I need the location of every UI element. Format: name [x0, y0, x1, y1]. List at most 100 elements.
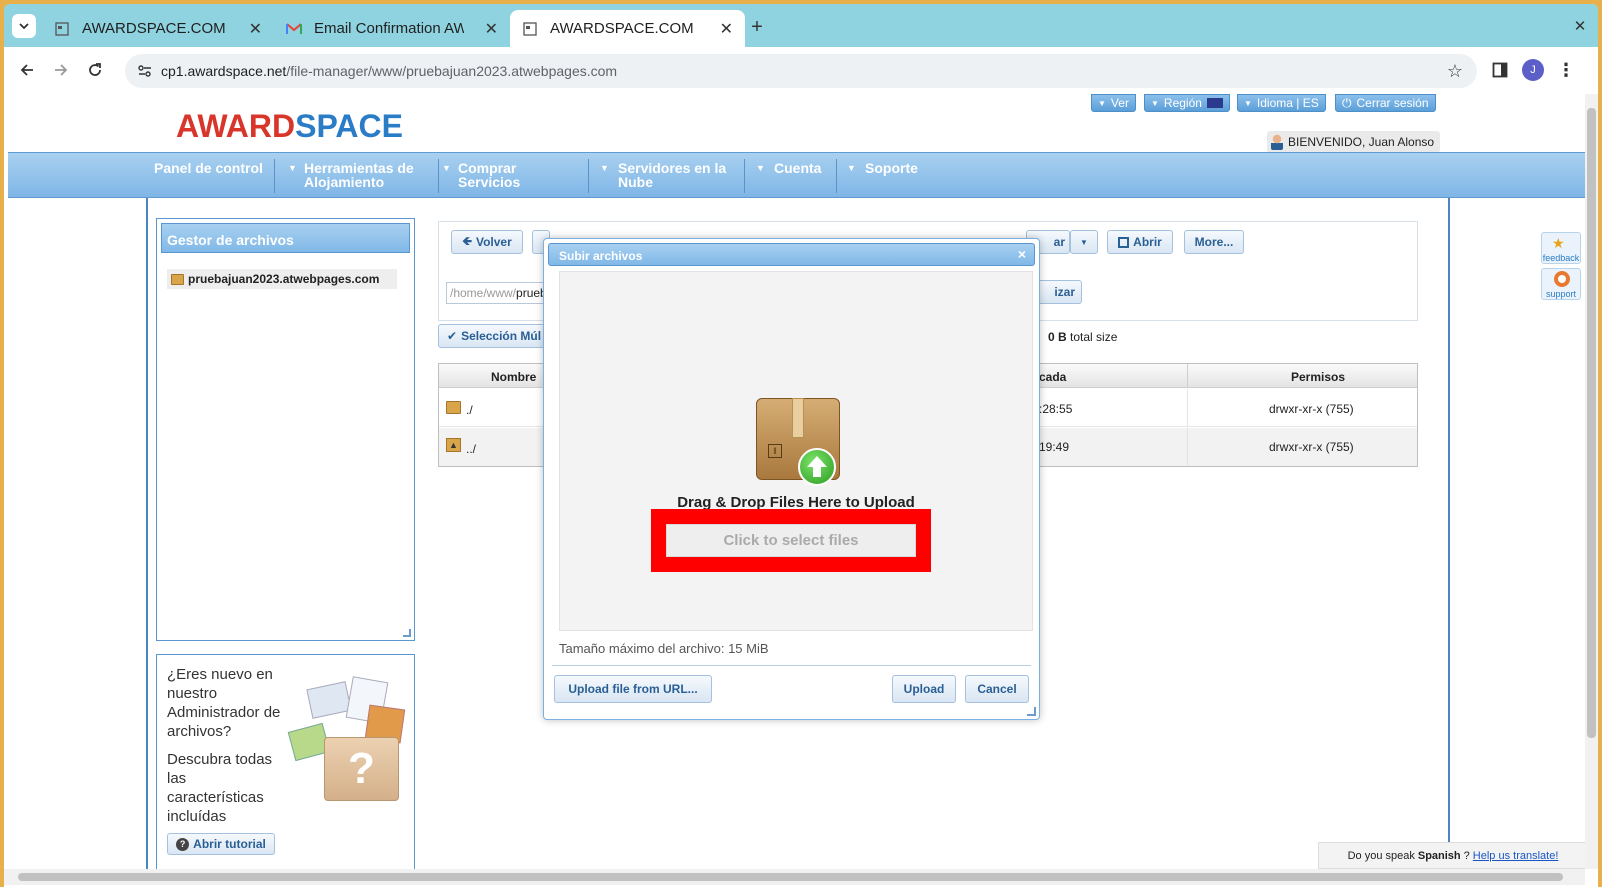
chat-icon: ?	[176, 837, 190, 851]
dropdown-arrow-icon: ▼	[600, 163, 609, 173]
gmail-icon	[286, 21, 302, 37]
side-panel-icon[interactable]	[1490, 60, 1510, 80]
resize-handle-icon[interactable]	[403, 629, 411, 637]
dropdown-arrow-icon: ▼	[847, 163, 856, 173]
reload-icon	[89, 63, 101, 76]
max-file-size: Tamaño máximo del archivo: 15 MiB	[559, 641, 769, 656]
question-box-icon: ?	[324, 737, 399, 801]
panel-title: Gestor de archivos	[161, 223, 410, 253]
dropdown-arrow-icon: ▼	[1244, 98, 1252, 108]
select-files-button[interactable]: Click to select files	[666, 524, 916, 557]
browser-window: AWARDSPACE.COM ✕ Email Confirmation AWA …	[4, 4, 1598, 887]
dropdown-arrow-icon: ▼	[1151, 98, 1159, 108]
feedback-widget[interactable]: ★ feedback	[1541, 232, 1581, 264]
upload-from-url-button[interactable]: Upload file from URL...	[554, 675, 712, 703]
site-info-icon[interactable]	[137, 64, 153, 78]
select-files-highlight: Click to select files	[651, 509, 931, 572]
forward-button[interactable]	[50, 59, 72, 81]
tab-email-confirmation[interactable]: Email Confirmation AWA ✕	[274, 10, 510, 47]
dropdown-arrow-icon: ▼	[1080, 237, 1088, 247]
nav-cuenta[interactable]: Cuenta	[774, 161, 821, 175]
dialog-resize-handle-icon[interactable]	[1027, 707, 1036, 716]
lifebuoy-icon	[1554, 271, 1570, 287]
tab-awardspace-active[interactable]: AWARDSPACE.COM ✕	[510, 10, 745, 47]
total-size: 0 B total size	[1048, 330, 1118, 344]
browser-toolbar: cp1.awardspace.net/file-manager/www/prue…	[4, 47, 1598, 94]
nav-herramientas[interactable]: Herramientas de Alojamiento	[304, 161, 429, 189]
copy-icon	[1118, 236, 1130, 248]
tab-bar: AWARDSPACE.COM ✕ Email Confirmation AWA …	[4, 4, 1598, 47]
page-icon	[522, 21, 538, 37]
promo-question: ¿Eres nuevo en nuestro Administrador de …	[167, 666, 281, 740]
column-modificada[interactable]: cada	[1039, 370, 1066, 384]
translate-bar: Do you speak Spanish? Help us translate!	[1318, 842, 1588, 869]
open-tutorial-button[interactable]: ? Abrir tutorial	[167, 833, 275, 855]
upload-dialog: Subir archivos × ‖ Drag & Drop Files Her…	[543, 238, 1040, 720]
nav-soporte[interactable]: Soporte	[865, 161, 918, 175]
more-button[interactable]: More...	[1184, 230, 1244, 254]
arrow-left-icon	[20, 64, 33, 76]
back-button[interactable]	[16, 59, 38, 81]
power-icon: ⏻	[1342, 95, 1352, 110]
logout-button[interactable]: ⏻ Cerrar sesión	[1335, 94, 1436, 112]
cancel-button[interactable]: Cancel	[965, 675, 1029, 703]
toolbar-dropdown-button[interactable]: ▼	[1070, 230, 1098, 254]
tab-search-button[interactable]	[12, 14, 36, 38]
upload-button[interactable]: Upload	[892, 675, 956, 703]
tab-title: Email Confirmation AWA	[314, 20, 464, 37]
dialog-title: Subir archivos ×	[548, 243, 1035, 266]
check-icon: ✔	[447, 329, 458, 343]
user-icon	[1271, 134, 1283, 150]
close-window-button[interactable]: ✕	[1570, 16, 1590, 36]
support-widget[interactable]: support	[1541, 268, 1581, 300]
profile-avatar[interactable]: J	[1522, 59, 1544, 81]
page-icon	[54, 21, 70, 37]
chevron-down-icon	[19, 23, 29, 30]
bookmark-star-icon[interactable]: ☆	[1447, 62, 1463, 80]
tab-title: AWARDSPACE.COM	[550, 20, 694, 37]
awardspace-logo[interactable]: AWARDSPACE	[176, 108, 403, 145]
dropdown-arrow-icon: ▼	[442, 163, 451, 173]
language-button[interactable]: ▼ Idioma | ES	[1237, 94, 1326, 112]
welcome-badge: BIENVENIDO, Juan Alonso	[1267, 131, 1441, 153]
eu-flag-icon	[1206, 98, 1223, 108]
close-icon[interactable]: ×	[1018, 246, 1026, 262]
tab-awardspace-1[interactable]: AWARDSPACE.COM ✕	[42, 10, 274, 47]
close-tab-icon[interactable]: ✕	[485, 19, 498, 39]
folder-icon	[446, 401, 461, 414]
help-translate-link[interactable]: Help us translate!	[1473, 850, 1559, 862]
close-tab-icon[interactable]: ✕	[720, 19, 733, 39]
horizontal-scrollbar[interactable]	[4, 869, 1585, 885]
parent-folder-icon: ▲	[446, 438, 461, 452]
url-path: /file-manager/www/pruebajuan2023.atwebpa…	[286, 63, 618, 79]
url-host: cp1.awardspace.net	[161, 63, 287, 79]
tab-title: AWARDSPACE.COM	[82, 20, 226, 37]
back-button[interactable]: 🡸 Volver	[451, 230, 523, 254]
tree-item-domain[interactable]: pruebajuan2023.atwebpages.com	[167, 269, 397, 289]
region-button[interactable]: ▼ Región	[1144, 94, 1230, 112]
new-tab-button[interactable]: +	[744, 14, 770, 40]
dropdown-arrow-icon: ▼	[288, 163, 297, 173]
file-types-illustration: ?	[287, 676, 409, 802]
address-bar[interactable]: cp1.awardspace.net/file-manager/www/prue…	[125, 54, 1477, 88]
nav-panel-control[interactable]: Panel de control	[154, 161, 263, 175]
arrow-right-icon	[55, 64, 68, 76]
open-button[interactable]: Abrir	[1107, 230, 1173, 254]
ver-button[interactable]: ▼ Ver	[1091, 94, 1136, 112]
main-nav: Panel de control ▼ Herramientas de Aloja…	[8, 152, 1588, 198]
column-nombre[interactable]: Nombre	[491, 370, 536, 384]
promo-description: Descubra todas las características inclu…	[167, 751, 273, 825]
reload-button[interactable]	[84, 59, 106, 81]
column-permisos[interactable]: Permisos	[1291, 370, 1345, 384]
browser-menu-icon[interactable]: ⋮	[1556, 59, 1576, 81]
nav-servidores[interactable]: Servidores en la Nube	[618, 161, 738, 189]
nav-comprar[interactable]: Comprar Servicios	[458, 161, 538, 189]
drop-zone[interactable]: ‖ Drag & Drop Files Here to Upload Click…	[559, 271, 1033, 631]
arrow-left-icon: 🡸	[462, 233, 472, 248]
web-page: AWARDSPACE ▼ Ver ▼ Región ▼ Idioma | ES ⏻ Ce…	[4, 94, 1588, 869]
vertical-scrollbar[interactable]	[1585, 94, 1598, 869]
multi-select-button[interactable]: ✔ Selección Múl	[438, 324, 548, 348]
dropdown-arrow-icon: ▼	[756, 163, 765, 173]
dropdown-arrow-icon: ▼	[1098, 98, 1106, 108]
close-tab-icon[interactable]: ✕	[249, 19, 262, 39]
